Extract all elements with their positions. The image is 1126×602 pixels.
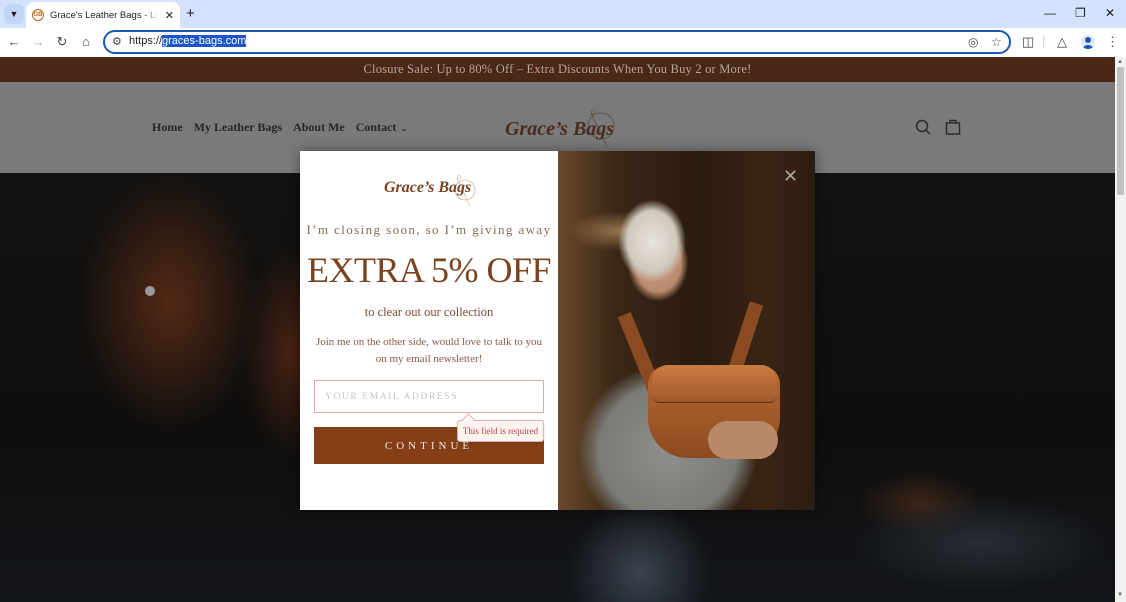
main-nav: Home My Leather Bags About Me Contact ⌄	[152, 120, 407, 135]
chevron-down-icon: ⌄	[400, 124, 408, 133]
toolbar-divider: |	[1042, 34, 1046, 49]
popup-subtitle: I’m closing soon, so I’m giving away	[306, 222, 552, 237]
hero-bag-rivet	[145, 286, 155, 296]
site-info-icon[interactable]: ⚙	[112, 35, 122, 48]
site-logo-text: Grace’s Bags	[505, 118, 615, 140]
favicon-icon: GB	[32, 9, 44, 21]
browser-tab-active[interactable]: GB Grace's Leather Bags - Lovely n ✕	[26, 2, 180, 28]
tab-title: Grace's Leather Bags - Lovely n	[50, 9, 159, 21]
photo-bag-flap	[652, 365, 777, 403]
nav-about-me[interactable]: About Me	[293, 120, 345, 135]
profile-avatar[interactable]	[1081, 35, 1095, 49]
site-logo[interactable]: Grace’s Bags	[505, 107, 625, 157]
chevron-down-icon: ▼	[9, 9, 19, 19]
tab-search-button[interactable]: ▼	[4, 4, 24, 24]
page-scrollbar[interactable]: ▲ ▼	[1115, 57, 1126, 602]
newsletter-popup: Grace’s Bags I’m closing soon, so I’m gi…	[300, 151, 815, 510]
eye-off-icon[interactable]: ◎	[968, 35, 978, 49]
popup-subtitle-2: to clear out our collection	[364, 305, 494, 319]
minimize-button[interactable]: —	[1044, 6, 1056, 20]
search-icon[interactable]	[915, 119, 931, 135]
bookmark-star-icon[interactable]: ☆	[991, 35, 1002, 49]
reload-button[interactable]: ↻	[54, 34, 70, 50]
home-button[interactable]: ⌂	[78, 34, 94, 49]
popup-photo-grace-with-bag: ✕	[558, 151, 815, 510]
address-bar[interactable]: ⚙ https://graces-bags.com ◎ ☆	[103, 30, 1011, 54]
scroll-up-arrow-icon[interactable]: ▲	[1117, 59, 1123, 65]
page-viewport: Closure Sale: Up to 80% Off – Extra Disc…	[0, 57, 1115, 602]
close-tab-icon[interactable]: ✕	[165, 9, 174, 22]
announcement-bar: Closure Sale: Up to 80% Off – Extra Disc…	[0, 57, 1115, 82]
close-window-button[interactable]: ✕	[1105, 6, 1115, 20]
nav-my-leather-bags[interactable]: My Leather Bags	[194, 120, 282, 135]
scroll-down-arrow-icon[interactable]: ▼	[1117, 592, 1123, 598]
email-input[interactable]: YOUR EMAIL ADDRESS	[314, 380, 544, 413]
labs-flask-icon[interactable]: △	[1057, 34, 1067, 50]
popup-logo: Grace’s Bags	[384, 173, 484, 213]
browser-tab-strip: ▼ GB Grace's Leather Bags - Lovely n ✕ +…	[0, 0, 1126, 28]
close-popup-icon[interactable]: ✕	[783, 166, 798, 187]
menu-kebab-icon[interactable]: ⋮	[1106, 34, 1119, 50]
browser-toolbar: ← → ↻ ⌂ ⚙ https://graces-bags.com ◎ ☆ ◫ …	[0, 28, 1126, 57]
photo-hands	[708, 421, 778, 459]
new-tab-button[interactable]: +	[186, 5, 195, 22]
back-button[interactable]: ←	[6, 34, 22, 49]
popup-body-text: Join me on the other side, would love to…	[315, 336, 543, 365]
nav-home[interactable]: Home	[152, 120, 183, 135]
nav-contact[interactable]: Contact ⌄	[356, 120, 407, 135]
popup-form-panel: Grace’s Bags I’m closing soon, so I’m gi…	[300, 151, 558, 510]
url-text[interactable]: https://graces-bags.com	[129, 35, 247, 47]
cart-bag-icon[interactable]	[945, 119, 961, 135]
validation-tooltip: This field is required	[457, 420, 544, 442]
popup-headline: EXTRA 5% OFF	[306, 250, 552, 290]
restore-button[interactable]: ❐	[1075, 6, 1086, 20]
extensions-icon[interactable]: ◫	[1022, 34, 1034, 50]
forward-button[interactable]: →	[30, 34, 46, 49]
popup-logo-text: Grace’s Bags	[384, 179, 472, 196]
scrollbar-thumb[interactable]	[1117, 67, 1124, 195]
